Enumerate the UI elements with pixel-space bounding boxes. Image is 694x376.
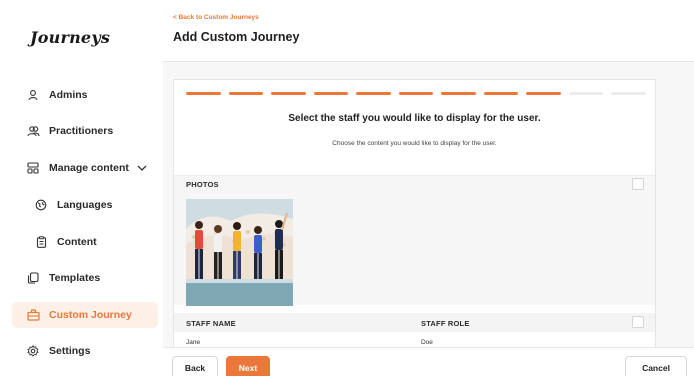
progress-step xyxy=(356,92,391,95)
progress-step xyxy=(568,92,604,95)
sidebar-item-manage-content[interactable]: Manage content xyxy=(12,155,158,181)
progress-step xyxy=(271,92,306,95)
progress-step xyxy=(228,92,264,95)
app-logo[interactable]: Journeys xyxy=(30,28,110,47)
sidebar-item-label: Admins xyxy=(49,89,88,101)
layout-icon xyxy=(26,161,40,175)
wizard-card: Select the staff you would like to displ… xyxy=(173,79,656,376)
sidebar-item-label: Settings xyxy=(49,345,91,357)
step-subtitle: Choose the content you would like to dis… xyxy=(332,140,497,147)
sidebar-item-content[interactable]: Content xyxy=(12,229,158,255)
progress-step xyxy=(186,92,221,95)
users-icon xyxy=(26,124,40,138)
sidebar-item-label: Templates xyxy=(49,272,101,284)
chevron-down-icon[interactable] xyxy=(137,162,149,174)
app-root: Journeys Admins Practitioners Manage con… xyxy=(0,0,694,376)
clipboard-icon xyxy=(34,235,48,249)
photos-select-all-checkbox[interactable] xyxy=(632,178,644,190)
sidebar-item-templates[interactable]: Templates xyxy=(12,265,158,291)
sidebar-item-admins[interactable]: Admins xyxy=(12,82,158,108)
user-icon xyxy=(26,88,40,102)
progress-step xyxy=(526,92,561,95)
progress-step xyxy=(483,92,519,95)
photos-section: PHOTOS xyxy=(174,175,655,306)
staff-role-cell: Doe xyxy=(421,339,433,346)
back-to-custom-journeys-link[interactable]: < Back to Custom Journeys xyxy=(173,14,259,21)
gear-icon xyxy=(26,344,40,358)
sidebar-item-custom-journey[interactable]: Custom Journey xyxy=(12,302,158,328)
staff-select-all-checkbox[interactable] xyxy=(632,316,644,328)
step-title: Select the staff you would like to displ… xyxy=(288,113,541,124)
staff-name-cell: Jane xyxy=(186,339,201,346)
sidebar: Journeys Admins Practitioners Manage con… xyxy=(0,0,163,376)
sidebar-item-practitioners[interactable]: Practitioners xyxy=(12,118,158,144)
page-title: Add Custom Journey xyxy=(173,30,300,44)
sidebar-item-label: Custom Journey xyxy=(49,309,132,321)
staff-role-column-header: STAFF ROLE xyxy=(421,319,470,328)
copy-icon xyxy=(26,271,40,285)
cancel-button[interactable]: Cancel xyxy=(625,356,687,376)
sidebar-item-label: Manage content xyxy=(49,162,129,174)
wizard-footer: Back Next Cancel xyxy=(163,347,694,376)
back-button[interactable]: Back xyxy=(172,356,218,376)
page-header: < Back to Custom Journeys Add Custom Jou… xyxy=(163,0,694,62)
progress-step xyxy=(611,92,647,95)
main-area: < Back to Custom Journeys Add Custom Jou… xyxy=(163,0,694,376)
briefcase-icon xyxy=(26,308,40,322)
staff-table-header: STAFF NAME STAFF ROLE xyxy=(174,313,655,332)
next-button[interactable]: Next xyxy=(226,356,270,376)
staff-name-column-header: STAFF NAME xyxy=(186,319,236,328)
sidebar-item-label: Languages xyxy=(57,199,113,211)
wizard-progress xyxy=(186,92,647,96)
photos-label: PHOTOS xyxy=(186,180,219,189)
progress-step xyxy=(313,92,349,95)
sidebar-item-label: Content xyxy=(57,236,97,248)
sidebar-item-settings[interactable]: Settings xyxy=(12,338,158,364)
staff-photo[interactable] xyxy=(186,199,293,306)
progress-step xyxy=(441,92,476,95)
progress-step xyxy=(398,92,434,95)
sidebar-item-label: Practitioners xyxy=(49,125,114,137)
sidebar-item-languages[interactable]: Languages xyxy=(12,192,158,218)
globe-icon xyxy=(34,198,48,212)
